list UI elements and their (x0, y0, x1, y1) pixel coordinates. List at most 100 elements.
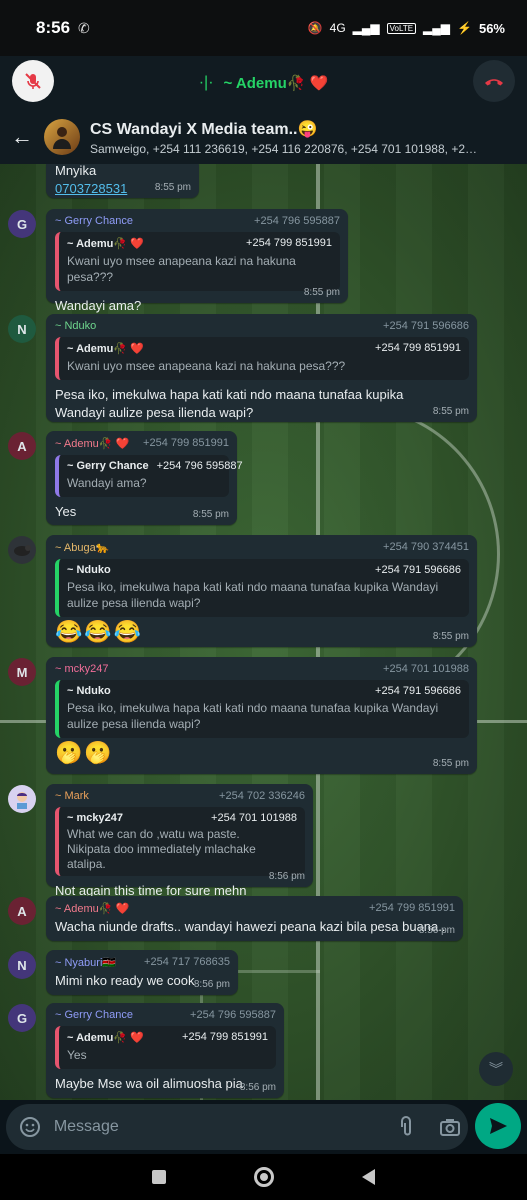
sender-phone: +254 717 768635 (144, 956, 230, 968)
quoted-message[interactable]: ~ Gerry Chance +254 796 595887 Wandayi am… (55, 455, 243, 497)
sender-name[interactable]: ~ mcky247 (55, 663, 109, 675)
message-time: 8:55 pm (432, 406, 469, 417)
sender-avatar[interactable] (8, 536, 36, 564)
send-icon (490, 1118, 507, 1134)
sender-row: ~ mcky247 +254 701 101988 (55, 663, 469, 675)
quoted-message[interactable]: ~ Ademu🥀 ❤️ +254 799 851991 Kwani uyo mse… (55, 337, 469, 380)
message-bubble[interactable]: ~ Mark +254 702 336246 ~ mcky247 +254 701 … (46, 784, 313, 898)
quote-text: Pesa iko, imekulwa hapa kati kati ndo ma… (67, 701, 439, 731)
scroll-down-button[interactable]: ︾ (479, 1052, 513, 1086)
sender-name[interactable]: ~ Gerry Chance (55, 1009, 133, 1021)
sender-phone: +254 702 336246 (219, 790, 305, 802)
message-bubble[interactable]: ~ Nduko +254 791 596686 ~ Ademu🥀 ❤️ +254 7… (46, 314, 477, 422)
sender-avatar[interactable]: G (8, 1004, 36, 1032)
status-time: 8:56 (36, 18, 71, 37)
sender-avatar[interactable]: A (8, 897, 36, 925)
attach-icon[interactable] (388, 1109, 424, 1145)
sender-name[interactable]: ~ Ademu🥀 ❤️ (55, 437, 129, 450)
quote-phone: +254 799 851991 (246, 237, 332, 249)
person-icon (53, 127, 71, 149)
signal-icon: ▂▄▆ (352, 21, 380, 35)
quoted-message[interactable]: ~ Ademu🥀 ❤️ +254 799 851991 Yes (55, 1026, 276, 1069)
group-info[interactable]: CS Wandayi X Media team..😜 Samweigo, +25… (90, 119, 480, 156)
quoted-message[interactable]: ~ Ademu🥀 ❤️ +254 799 851991 Kwani uyo mse… (55, 232, 340, 291)
back-arrow-icon[interactable]: ← (0, 124, 44, 150)
quote-text: Kwani uyo msee anapeana kazi na hakuna p… (67, 254, 296, 284)
sender-avatar[interactable]: M (8, 658, 36, 686)
nav-square-icon[interactable] (152, 1170, 166, 1184)
quote-text: Pesa iko, imekulwa hapa kati kati ndo ma… (67, 580, 439, 610)
quoted-message[interactable]: ~ Nduko +254 791 596686 Pesa iko, imekulw… (55, 680, 469, 738)
end-call-button[interactable] (473, 60, 515, 102)
sender-name[interactable]: ~ Abuga🐆 (55, 541, 109, 554)
message-time: 8:55 pm (432, 758, 469, 769)
send-button[interactable] (475, 1103, 521, 1149)
sender-avatar[interactable]: A (8, 432, 36, 460)
mute-button[interactable] (12, 60, 54, 102)
message-time: 8:56 pm (268, 871, 305, 882)
message-bubble[interactable]: Mnyika 0703728531 8:55 pm (46, 164, 199, 198)
message-text: Wandayi ama? (55, 298, 142, 313)
app: 8:56 ✆ 🔕 4G ▂▄▆ VoLTE ▂▄▆ ⚡ 56% ·|· ~ Ad… (0, 0, 527, 1200)
quote-phone: +254 701 101988 (211, 812, 297, 824)
message-bubble[interactable]: ~ Ademu🥀 ❤️ +254 799 851991 Wacha niunde … (46, 896, 463, 941)
sender-name[interactable]: ~ Mark (55, 790, 89, 802)
message-bubble[interactable]: ~ Gerry Chance +254 796 595887 ~ Ademu🥀 ❤… (46, 1003, 284, 1098)
sender-row: ~ Nyaburi🇰🇪 +254 717 768635 (55, 956, 230, 969)
system-nav-bar (0, 1154, 527, 1200)
message-time: 8:55 pm (192, 509, 229, 520)
ongoing-call-bar[interactable]: ·|· ~ Ademu🥀 ❤️ (0, 56, 527, 110)
message-input[interactable] (53, 1118, 383, 1136)
battery-level: 56% (478, 20, 505, 36)
quote-text: Yes (67, 1048, 87, 1062)
chat-area[interactable]: Mnyika 0703728531 8:55 pm G ~ Gerry Chan… (0, 164, 527, 1100)
sender-row: ~ Ademu🥀 ❤️ +254 799 851991 (55, 902, 455, 915)
sender-name[interactable]: ~ Nyaburi🇰🇪 (55, 956, 116, 969)
sticker-icon[interactable] (12, 1109, 48, 1145)
sender-phone: +254 790 374451 (383, 541, 469, 553)
camera-icon[interactable] (432, 1109, 468, 1145)
sender-row: ~ Nduko +254 791 596686 (55, 320, 469, 332)
quote-sender: ~ Ademu🥀 ❤️ (67, 1032, 144, 1044)
quote-phone: +254 796 595887 (156, 460, 243, 472)
message-time: 8:55 pm (303, 287, 340, 298)
message-time: 8:56 pm (418, 925, 455, 936)
group-participants: Samweigo, +254 111 236619, +254 116 2208… (90, 141, 480, 156)
message-input-box[interactable] (6, 1104, 468, 1150)
quote-phone: +254 799 851991 (375, 342, 461, 354)
quote-text: Kwani uyo msee anapeana kazi na hakuna p… (67, 359, 346, 373)
sender-name[interactable]: ~ Nduko (55, 320, 96, 332)
quote-phone: +254 791 596686 (375, 685, 461, 697)
quote-text: Wandayi ama? (67, 476, 147, 490)
message-bubble[interactable]: ~ Ademu🥀 ❤️ +254 799 851991 ~ Gerry Chanc… (46, 431, 243, 525)
sender-name[interactable]: ~ Gerry Chance (55, 215, 133, 227)
group-avatar[interactable] (44, 119, 80, 155)
quote-phone: +254 791 596686 (375, 564, 461, 576)
quote-sender: ~ Nduko (67, 685, 111, 697)
message-bubble[interactable]: ~ Abuga🐆 +254 790 374451 ~ Nduko +254 791 … (46, 535, 477, 647)
message-text: 🫢🫢 (55, 740, 114, 765)
message-text: 😂😂😂 (55, 619, 144, 644)
sender-avatar[interactable]: N (8, 315, 36, 343)
message-text: Wacha niunde drafts.. wandayi hawezi pea… (55, 919, 446, 934)
quote-sender: ~ Gerry Chance (67, 460, 149, 472)
sender-avatar[interactable]: G (8, 210, 36, 238)
sender-row: ~ Ademu🥀 ❤️ +254 799 851991 (55, 437, 229, 450)
sender-avatar[interactable]: N (8, 951, 36, 979)
signal-icon-2: ▂▄▆ (423, 21, 451, 35)
message-bubble[interactable]: ~ Gerry Chance +254 796 595887 ~ Ademu🥀 ❤… (46, 209, 348, 313)
nav-back-icon[interactable] (362, 1169, 375, 1185)
quoted-message[interactable]: ~ mcky247 +254 701 101988 What we can do … (55, 807, 305, 876)
sender-name[interactable]: ~ Ademu🥀 ❤️ (55, 902, 129, 915)
message-bubble[interactable]: ~ Nyaburi🇰🇪 +254 717 768635 Mimi nko read… (46, 950, 238, 995)
end-call-icon (485, 79, 503, 86)
message-time: 8:55 pm (432, 631, 469, 642)
message-time: 8:56 pm (193, 979, 230, 990)
message-bubble[interactable]: ~ mcky247 +254 701 101988 ~ Nduko +254 791… (46, 657, 477, 774)
sender-avatar[interactable] (8, 785, 36, 813)
quote-sender: ~ Ademu🥀 ❤️ (67, 238, 144, 250)
quoted-message[interactable]: ~ Nduko +254 791 596686 Pesa iko, imekulw… (55, 559, 469, 617)
sender-phone: +254 796 595887 (254, 215, 340, 227)
nav-home-icon[interactable] (254, 1167, 274, 1187)
chat-header: ← CS Wandayi X Media team..😜 Samweigo, +… (0, 110, 527, 164)
